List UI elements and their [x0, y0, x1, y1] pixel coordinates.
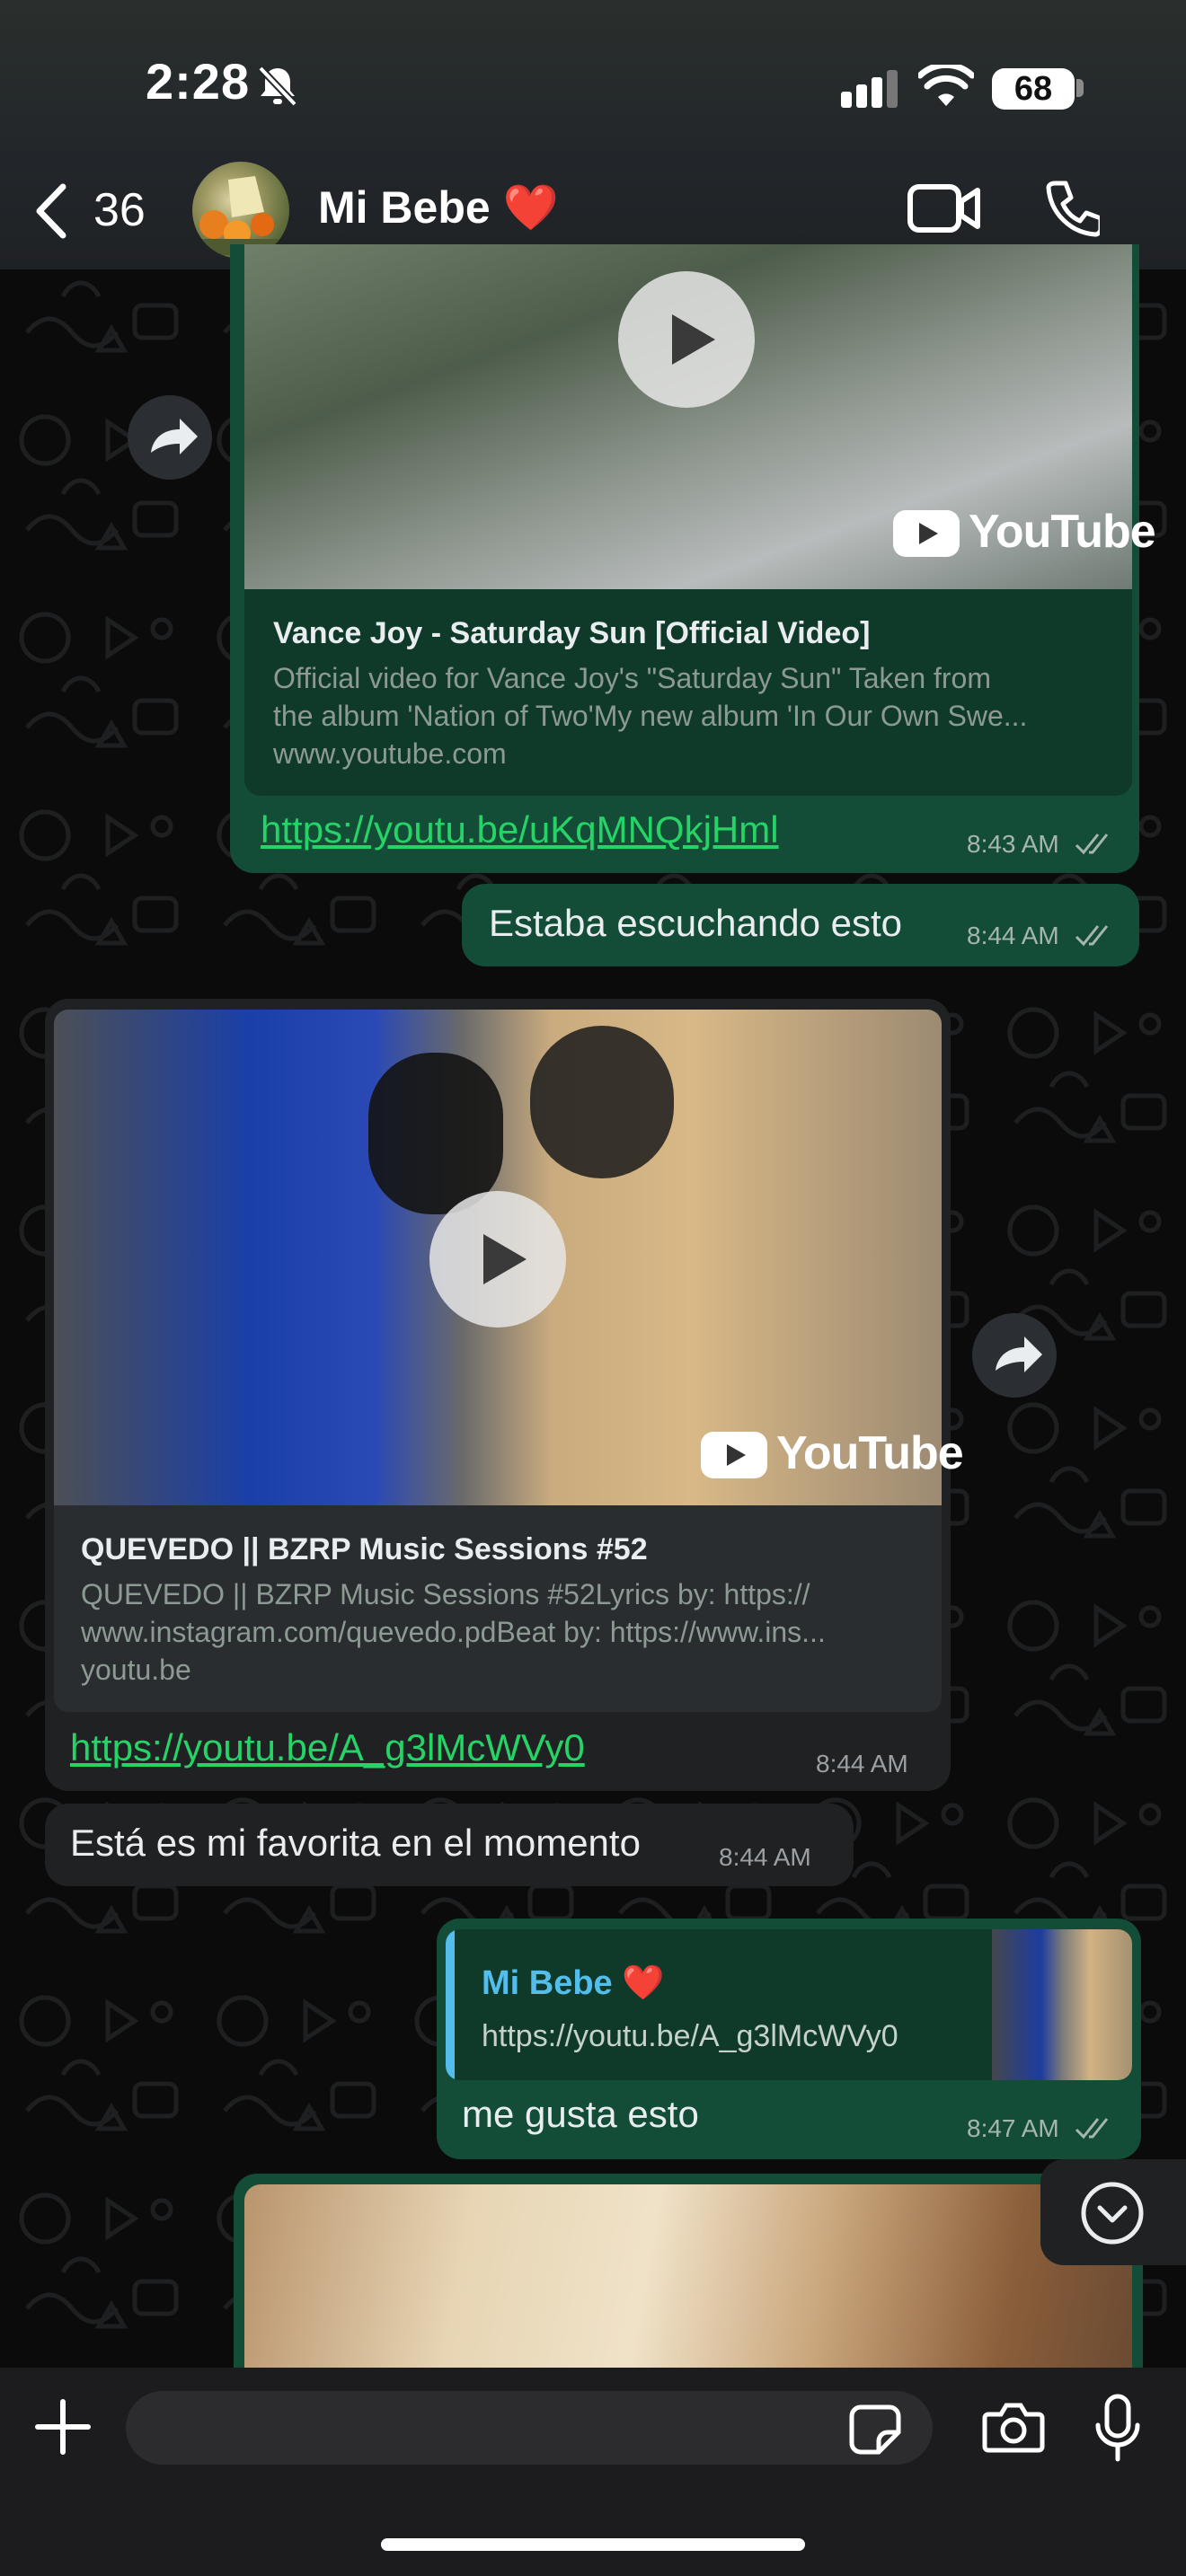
message-time: 8:44 AM	[967, 922, 1059, 949]
read-receipt-icon	[1075, 834, 1109, 855]
forward-icon	[996, 1337, 1042, 1372]
play-icon	[483, 1234, 527, 1284]
quoted-message[interactable]: Mi Bebe ❤️ https://youtu.be/A_g3lMcWVy0	[446, 1929, 1132, 2080]
preview-title: QUEVEDO || BZRP Music Sessions #52	[81, 1532, 648, 1566]
read-receipt-icon	[1075, 925, 1109, 947]
play-button[interactable]	[429, 1191, 566, 1328]
quote-bar	[446, 1929, 455, 2080]
chat-header	[0, 0, 1186, 269]
thumbnail-head-left	[368, 1053, 503, 1214]
message-bubble-incoming[interactable]: Está es mi favorita en el momento 8:44 A…	[45, 1804, 854, 1886]
message-time: 8:44 AM	[816, 1750, 908, 1778]
message-time: 8:43 AM	[967, 830, 1059, 858]
battery-cap	[1076, 79, 1084, 97]
signal-icon	[841, 70, 898, 108]
forward-icon	[151, 419, 198, 454]
thumbnail-head-right	[530, 1026, 674, 1178]
contact-name[interactable]: Mi Bebe ❤️	[318, 181, 559, 234]
message-input[interactable]	[126, 2391, 933, 2465]
scroll-down-icon	[1081, 2182, 1144, 2245]
message-text: me gusta esto	[462, 2093, 699, 2135]
message-link[interactable]: https://youtu.be/A_g3lMcWVy0	[70, 1726, 585, 1769]
message-text: Estaba escuchando esto	[489, 902, 902, 944]
message-text: Está es mi favorita en el momento	[70, 1822, 641, 1864]
message-bubble-incoming[interactable]: YouTube QUEVEDO || BZRP Music Sessions #…	[45, 999, 964, 1791]
preview-description-line2: www.instagram.com/quevedo.pdBeat by: htt…	[81, 1616, 826, 1648]
preview-description-line1: Official video for Vance Joy's "Saturday…	[273, 662, 991, 694]
message-bubble-outgoing[interactable]: YouTube Vance Joy - Saturday Sun [Offici…	[230, 244, 1156, 873]
youtube-label: YouTube	[969, 506, 1156, 558]
status-time: 2:28	[146, 53, 251, 110]
youtube-logo-icon	[893, 510, 960, 557]
wifi-icon	[918, 65, 974, 106]
message-time: 8:44 AM	[719, 1843, 811, 1871]
message-time: 8:47 AM	[967, 2114, 1059, 2142]
sticker-icon[interactable]	[848, 2402, 902, 2456]
video-call-icon[interactable]	[907, 181, 981, 235]
preview-description-line1: QUEVEDO || BZRP Music Sessions #52Lyrics…	[81, 1578, 810, 1610]
home-indicator	[381, 2538, 805, 2551]
camera-icon[interactable]	[981, 2398, 1046, 2456]
link-preview-card[interactable]: Vance Joy - Saturday Sun [Official Video…	[244, 589, 1132, 796]
message-bubble-outgoing[interactable]: Estaba escuchando esto 8:44 AM	[462, 884, 1139, 966]
plus-icon[interactable]	[34, 2398, 92, 2456]
unread-count[interactable]: 36	[93, 183, 146, 237]
quote-text: https://youtu.be/A_g3lMcWVy0	[482, 2019, 898, 2053]
youtube-logo-icon	[701, 1432, 767, 1478]
read-receipt-icon	[1075, 2118, 1109, 2139]
video-thumbnail[interactable]	[244, 2184, 1132, 2389]
play-button[interactable]	[618, 271, 755, 408]
preview-description-line2: the album 'Nation of Two'My new album 'I…	[273, 700, 1028, 732]
forward-button[interactable]	[972, 1313, 1057, 1398]
message-bubble-outgoing[interactable]: Mi Bebe ❤️ https://youtu.be/A_g3lMcWVy0 …	[437, 1919, 1141, 2159]
battery-level: 68	[992, 68, 1075, 110]
message-link[interactable]: https://youtu.be/uKqMNQkjHml	[261, 808, 779, 851]
play-icon	[672, 314, 715, 365]
preview-title: Vance Joy - Saturday Sun [Official Video…	[273, 616, 871, 650]
forward-button[interactable]	[128, 395, 212, 480]
phone-icon[interactable]	[1042, 180, 1100, 237]
preview-site: youtu.be	[81, 1654, 191, 1686]
link-preview-card[interactable]: QUEVEDO || BZRP Music Sessions #52 QUEVE…	[54, 1505, 942, 1712]
microphone-icon[interactable]	[1093, 2393, 1143, 2465]
muted-bell-icon	[258, 66, 297, 107]
scroll-to-bottom-button[interactable]	[1040, 2159, 1186, 2265]
youtube-label: YouTube	[776, 1427, 964, 1479]
back-chevron-icon[interactable]	[32, 183, 68, 239]
quote-author: Mi Bebe ❤️	[482, 1964, 665, 2002]
quote-thumbnail	[992, 1929, 1132, 2080]
message-bubble-outgoing[interactable]	[234, 2174, 1143, 2389]
preview-site: www.youtube.com	[273, 737, 507, 770]
